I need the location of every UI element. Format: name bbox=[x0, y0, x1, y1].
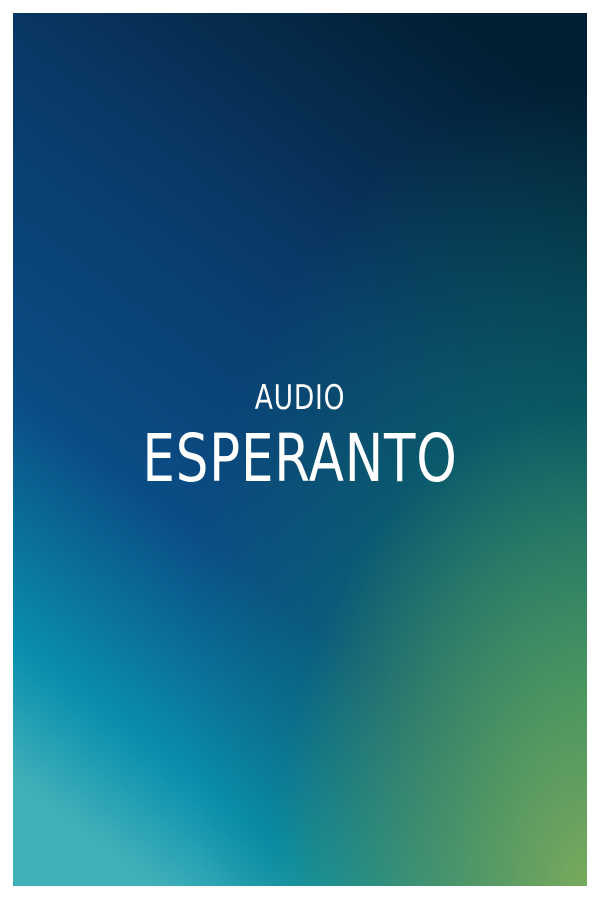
cover-title: ESPERANTO bbox=[142, 420, 458, 497]
page: AUDIO ESPERANTO bbox=[0, 0, 600, 900]
cover-subtitle: AUDIO bbox=[254, 378, 346, 418]
title-block: AUDIO ESPERANTO bbox=[13, 378, 587, 496]
cover-art: AUDIO ESPERANTO bbox=[13, 13, 587, 886]
